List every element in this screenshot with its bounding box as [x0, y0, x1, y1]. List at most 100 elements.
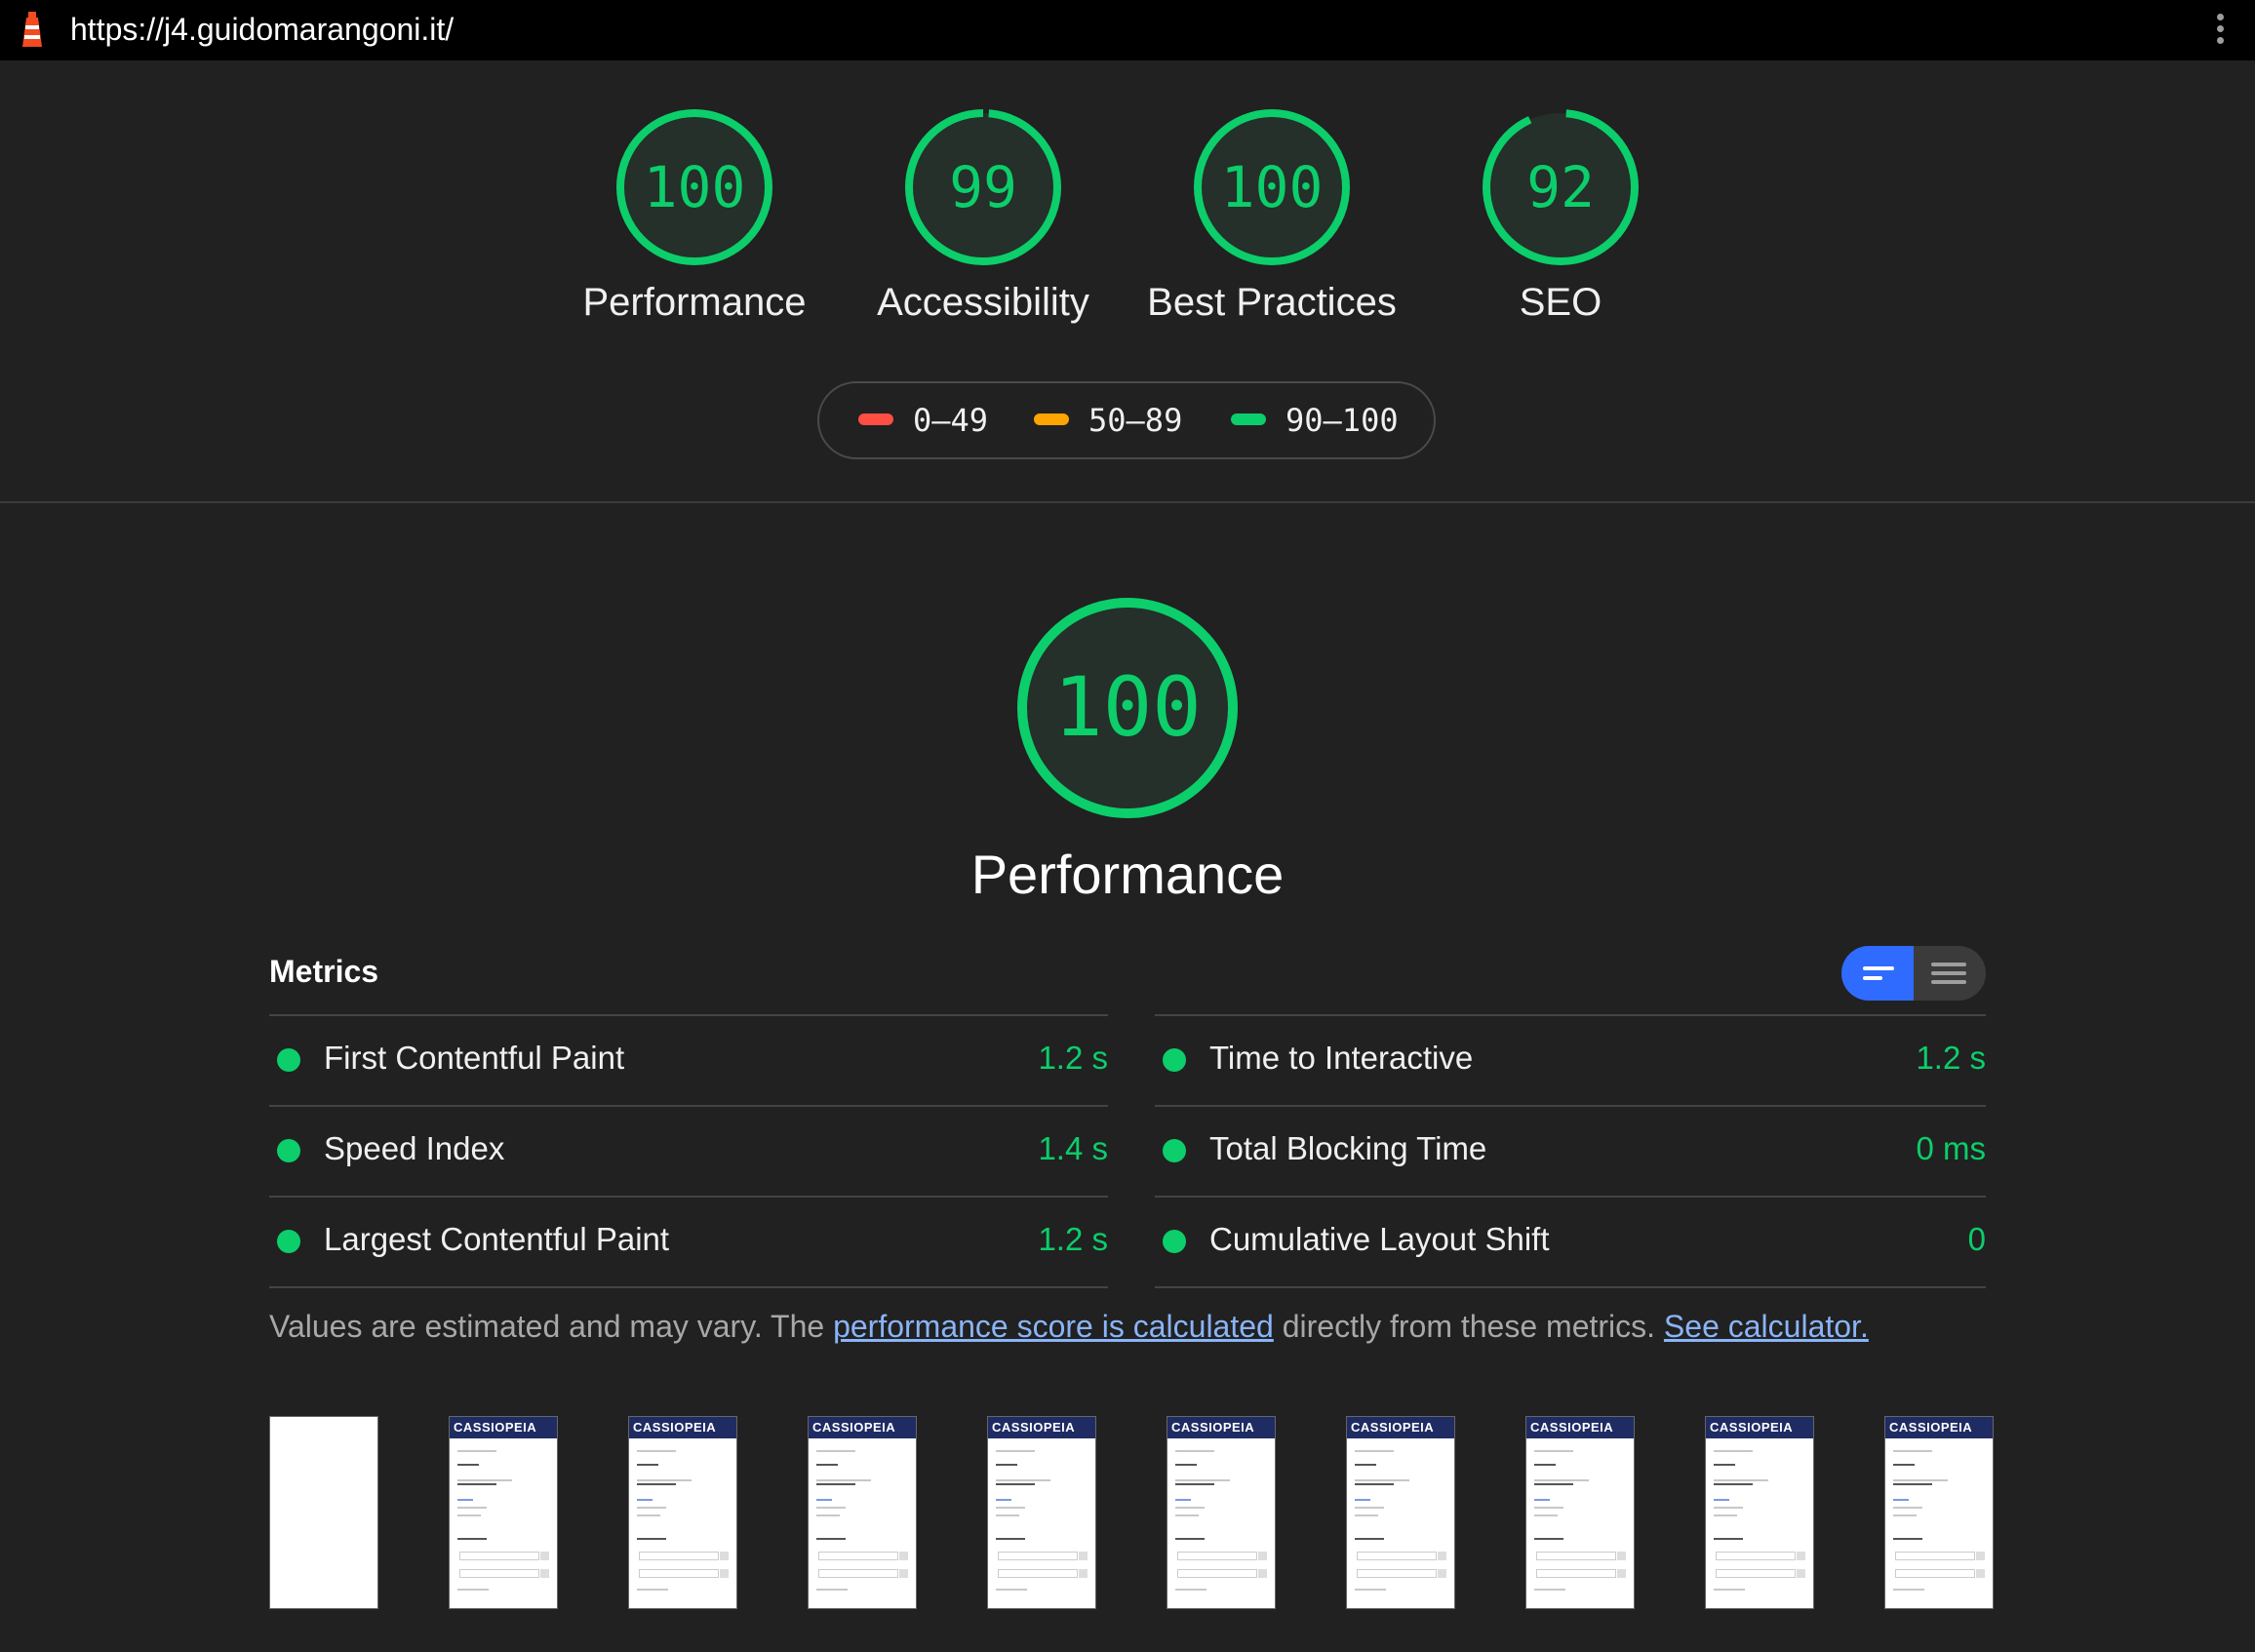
frame-line: [1893, 1507, 1922, 1509]
frame-line: [1714, 1499, 1729, 1501]
frame-line: [637, 1507, 666, 1509]
kebab-menu-icon[interactable]: [2216, 14, 2226, 47]
frame-line: [637, 1483, 676, 1485]
frame-line: [1534, 1464, 1556, 1466]
gauge-score: 99: [949, 154, 1017, 220]
frame-line: [1175, 1464, 1197, 1466]
frame-input-icon: [1617, 1569, 1626, 1578]
frame-line: [457, 1450, 496, 1452]
gauge-performance[interactable]: 100 Performance: [568, 107, 821, 325]
gauge-score: 100: [644, 154, 746, 220]
frame-line: [1175, 1589, 1207, 1591]
expanded-view-icon[interactable]: [1914, 946, 1986, 1001]
legend-range: 50–89: [1088, 402, 1183, 439]
metric-row: Total Blocking Time 0 ms: [1155, 1105, 1986, 1196]
gauge-accessibility[interactable]: 99 Accessibility: [856, 107, 1110, 325]
metric-name: Time to Interactive: [1209, 1040, 1474, 1076]
gauge-score: 92: [1526, 154, 1595, 220]
frame-line: [1714, 1464, 1735, 1466]
metric-value: 1.2 s: [1038, 1040, 1108, 1076]
frame-line: [1893, 1589, 1924, 1591]
frame-line: [457, 1483, 496, 1485]
frame-brand: CASSIOPEIA: [629, 1417, 736, 1438]
frame-line: [1175, 1483, 1214, 1485]
frame-line: [457, 1538, 487, 1540]
gauge-label: Best Practices: [1147, 281, 1397, 324]
frame-input-icon: [540, 1552, 549, 1560]
frame-line: [1175, 1507, 1205, 1509]
frame-input-icon: [1258, 1552, 1267, 1560]
note-text: directly from these metrics.: [1273, 1309, 1664, 1344]
frame-line: [1714, 1483, 1753, 1485]
filmstrip-frame: CASSIOPEIA: [628, 1416, 737, 1609]
metrics-view-toggle[interactable]: [1841, 946, 1986, 1001]
legend-pass: 90–100: [1231, 383, 1399, 457]
see-calculator-link[interactable]: See calculator.: [1664, 1309, 1869, 1344]
frame-line: [1534, 1589, 1565, 1591]
metric-value: 1.2 s: [1916, 1040, 1986, 1076]
filmstrip-frame: CASSIOPEIA: [1884, 1416, 1994, 1609]
frame-line: [1714, 1507, 1743, 1509]
frame-input: [459, 1569, 539, 1578]
filmstrip-frame: CASSIOPEIA: [1346, 1416, 1455, 1609]
frame-line: [637, 1514, 660, 1516]
frame-line: [457, 1507, 487, 1509]
filmstrip-frame: CASSIOPEIA: [1167, 1416, 1276, 1609]
gauge-best-practices[interactable]: 100 Best Practices: [1145, 107, 1399, 325]
frame-line: [1893, 1479, 1948, 1481]
frame-line: [816, 1483, 855, 1485]
frame-line: [637, 1479, 692, 1481]
gauge-ring-icon: 100: [616, 109, 772, 265]
metric-row: First Contentful Paint 1.2 s: [269, 1014, 1108, 1105]
score-legend: 0–49 50–89 90–100: [817, 381, 1436, 459]
frame-line: [1714, 1538, 1743, 1540]
filmstrip-frame: [269, 1416, 378, 1609]
frame-brand: CASSIOPEIA: [988, 1417, 1095, 1438]
frame-input-icon: [1797, 1552, 1805, 1560]
gauge-label: SEO: [1519, 281, 1602, 324]
pass-dot-icon: [277, 1139, 300, 1162]
frame-line: [1714, 1479, 1768, 1481]
frame-input-icon: [1258, 1569, 1267, 1578]
frame-input: [1177, 1552, 1257, 1560]
score-calculated-link[interactable]: performance score is calculated: [833, 1309, 1274, 1344]
frame-line: [996, 1538, 1025, 1540]
gauge-seo[interactable]: 92 SEO: [1434, 107, 1687, 325]
frame-line: [1355, 1483, 1394, 1485]
frame-input-icon: [899, 1552, 908, 1560]
pass-dot-icon: [1163, 1048, 1186, 1072]
filmstrip-frame: CASSIOPEIA: [1525, 1416, 1635, 1609]
frame-input: [639, 1552, 719, 1560]
metric-row: Cumulative Layout Shift 0: [1155, 1196, 1986, 1288]
frame-line: [816, 1464, 838, 1466]
frame-input: [639, 1569, 719, 1578]
metric-name: Cumulative Layout Shift: [1209, 1221, 1550, 1257]
pass-dot-icon: [1163, 1230, 1186, 1253]
frame-line: [1893, 1499, 1909, 1501]
frame-line: [996, 1589, 1027, 1591]
frame-line: [1355, 1464, 1376, 1466]
summary-view-icon[interactable]: [1841, 946, 1914, 1001]
frame-input: [1177, 1569, 1257, 1578]
frame-line: [1355, 1589, 1386, 1591]
frame-input: [1357, 1552, 1437, 1560]
frame-line: [996, 1464, 1017, 1466]
performance-score: 100: [1053, 659, 1202, 755]
metric-value: 0 ms: [1916, 1130, 1986, 1166]
report-topbar: https://j4.guidomarangoni.it/: [0, 0, 2255, 60]
frame-line: [637, 1538, 666, 1540]
frame-line: [1893, 1514, 1917, 1516]
average-indicator-icon: [1034, 413, 1069, 425]
metric-row: Speed Index 1.4 s: [269, 1105, 1108, 1196]
frame-line: [457, 1479, 512, 1481]
frame-input: [1357, 1569, 1437, 1578]
frame-line: [996, 1507, 1025, 1509]
gauge-label: Accessibility: [877, 281, 1089, 324]
frame-brand: CASSIOPEIA: [1706, 1417, 1813, 1438]
frame-line: [1175, 1538, 1205, 1540]
frame-line: [816, 1450, 855, 1452]
frame-line: [996, 1514, 1019, 1516]
performance-title: Performance: [970, 844, 1285, 905]
frame-line: [1534, 1479, 1589, 1481]
frame-input: [1895, 1569, 1975, 1578]
